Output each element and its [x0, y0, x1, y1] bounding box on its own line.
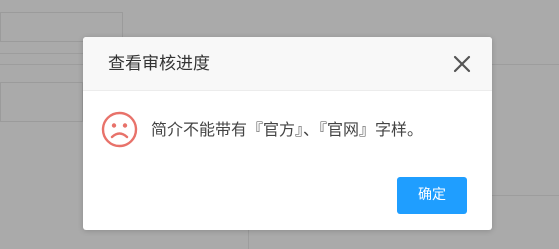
- sad-face-icon: [101, 111, 138, 148]
- confirm-button[interactable]: 确定: [397, 177, 467, 214]
- background-panel: [0, 82, 83, 122]
- close-button[interactable]: [452, 54, 472, 74]
- dialog-body: 简介不能带有『官方』、『官网』字样。: [83, 91, 492, 171]
- dialog-title: 查看审核进度: [108, 54, 210, 74]
- background-divider: [0, 64, 83, 65]
- review-progress-dialog: 查看审核进度 简介不能带有『官方』、『官网』字样。 确定: [83, 37, 492, 230]
- close-icon: [453, 55, 471, 73]
- background-divider: [248, 230, 249, 249]
- background-divider: [0, 53, 83, 54]
- background-divider: [492, 195, 559, 196]
- dialog-header: 查看审核进度: [83, 37, 492, 91]
- background-divider: [492, 64, 559, 65]
- dialog-message: 简介不能带有『官方』、『官网』字样。: [151, 120, 424, 139]
